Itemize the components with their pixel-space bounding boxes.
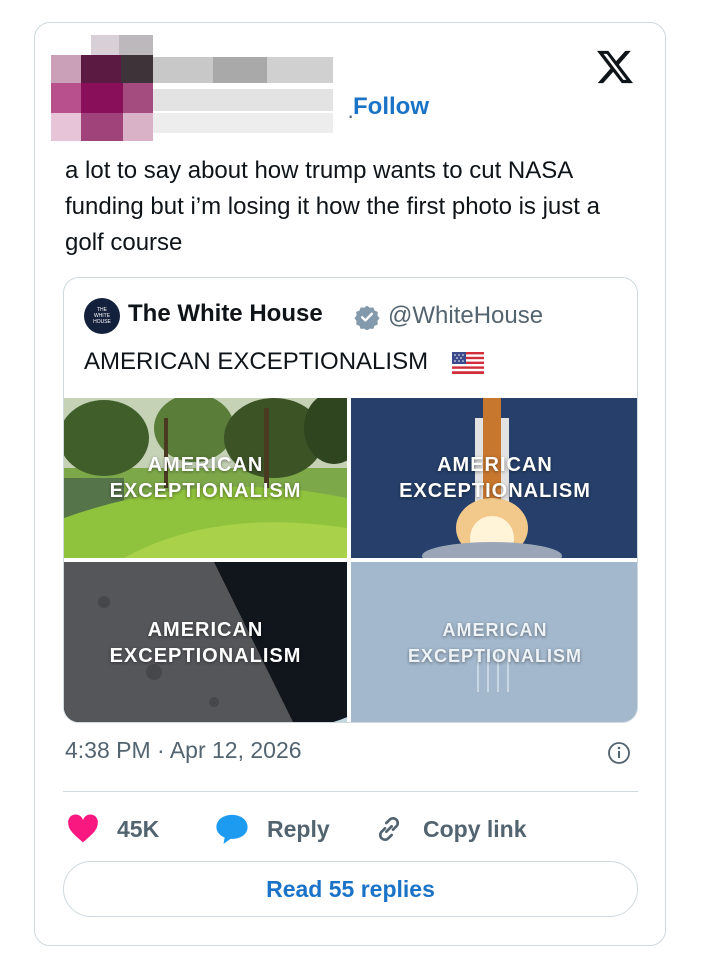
caption-line-2: EXCEPTIONALISM [109, 480, 302, 502]
link-icon [378, 816, 400, 842]
verified-badge-icon [354, 305, 380, 330]
image-caption: AMERICAN EXCEPTIONALISM [110, 452, 302, 504]
info-icon[interactable] [607, 741, 631, 765]
quoted-tweet[interactable]: THE WHITE HOUSE The White House @WhiteHo… [63, 277, 638, 723]
caption-line-1: AMERICAN [442, 620, 548, 640]
image-golf-course[interactable]: AMERICAN EXCEPTIONALISM [64, 398, 347, 558]
follow-button[interactable]: Follow [353, 93, 429, 121]
tweet-timestamp[interactable]: 4:38 PM · Apr 12, 2026 [65, 737, 302, 764]
us-flag-icon [452, 352, 484, 374]
censored-author-block [51, 35, 333, 141]
caption-line-1: AMERICAN [437, 454, 553, 476]
read-replies-button[interactable]: Read 55 replies [63, 861, 638, 917]
quoted-author-name[interactable]: The White House [128, 300, 323, 328]
x-logo-icon[interactable] [595, 47, 635, 87]
avatar-text: THE WHITE HOUSE [93, 307, 111, 325]
copy-link-button[interactable]: Copy link [373, 811, 527, 847]
caption-line-1: AMERICAN [147, 619, 264, 641]
like-count: 45K [117, 815, 160, 842]
heart-icon [68, 814, 98, 843]
embedded-tweet-card: · Follow a lot to say about how trump wa… [34, 22, 666, 946]
image-caption: AMERICAN EXCEPTIONALISM [408, 617, 582, 669]
image-caption: AMERICAN EXCEPTIONALISM [110, 617, 302, 669]
copy-link-label: Copy link [423, 815, 527, 842]
caption-line-2: EXCEPTIONALISM [407, 646, 582, 666]
caption-line-1: AMERICAN [147, 454, 264, 476]
caption-line-2: EXCEPTIONALISM [109, 645, 302, 667]
image-rocket-launch[interactable]: AMERICAN EXCEPTIONALISM [351, 398, 637, 558]
caption-line-2: EXCEPTIONALISM [399, 480, 591, 502]
image-sky-trails[interactable]: AMERICAN EXCEPTIONALISM [351, 562, 637, 722]
like-button[interactable]: 45K [67, 811, 159, 847]
reply-button[interactable]: Reply [215, 811, 330, 847]
quoted-author-handle[interactable]: @WhiteHouse [388, 302, 543, 330]
tweet-text: a lot to say about how trump wants to cu… [65, 157, 600, 256]
image-grid: AMERICAN EXCEPTIONALISM AMERICAN EXCEPTI… [64, 398, 637, 722]
reply-label: Reply [267, 815, 330, 842]
divider [63, 791, 638, 792]
white-house-avatar[interactable]: THE WHITE HOUSE [84, 298, 120, 334]
image-caption: AMERICAN EXCEPTIONALISM [399, 452, 591, 504]
quoted-tweet-text: AMERICAN EXCEPTIONALISM [84, 348, 429, 375]
image-moon-earth[interactable]: AMERICAN EXCEPTIONALISM [64, 562, 347, 722]
reply-bubble-icon [216, 814, 248, 844]
